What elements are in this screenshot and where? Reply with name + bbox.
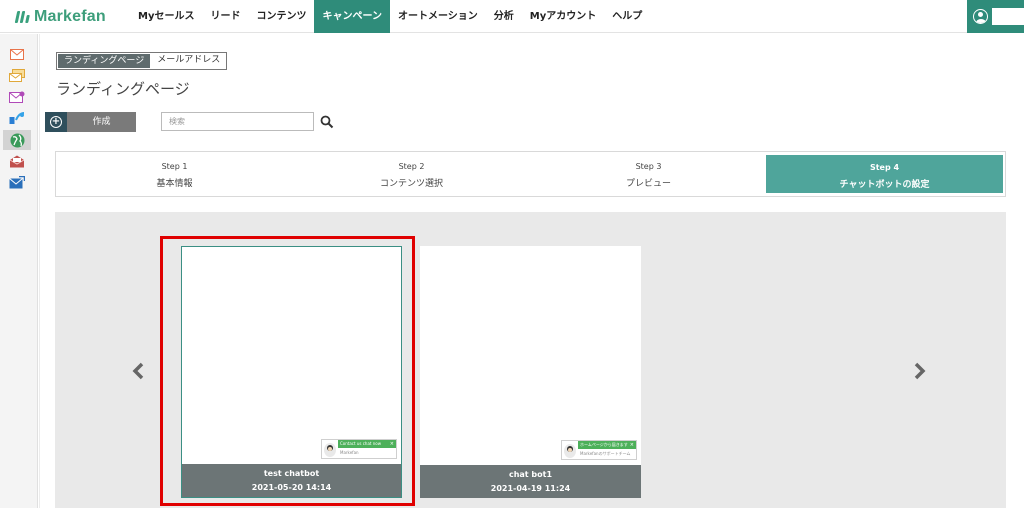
nav-leads[interactable]: リード <box>202 0 248 33</box>
icon-sidebar <box>0 34 38 508</box>
main-nav: Myセールス リード コンテンツ キャンペーン オートメーション 分析 Myアカ… <box>130 0 650 33</box>
card-name: test chatbot <box>263 469 320 478</box>
step-1: Step 1 基本情報 <box>56 152 293 196</box>
main-content: ランディングページ メールアドレス ランディングページ + 作成 Step 1 … <box>39 34 1024 508</box>
mail-add-icon[interactable] <box>8 89 26 105</box>
markefan-logo[interactable]: Markefan <box>14 7 106 27</box>
page-title: ランディングページ <box>56 80 190 98</box>
step-2-number: Step 2 <box>398 162 425 171</box>
step-4-number: Step 4 <box>869 163 900 172</box>
search-icon[interactable] <box>320 114 336 130</box>
nav-help[interactable]: ヘルプ <box>604 0 650 33</box>
avatar <box>564 444 576 458</box>
step-3-number: Step 3 <box>635 162 662 171</box>
step-3-name: プレビュー <box>625 179 671 189</box>
create-button-label: 作成 <box>92 117 111 127</box>
create-button-icon-box: + <box>45 112 67 132</box>
open-mail-icon[interactable] <box>8 153 26 169</box>
chat-widget-header: Contact us chat now × <box>338 440 396 448</box>
subtabs: ランディングページ メールアドレス <box>56 52 228 70</box>
step-4-name: チャットボットの設定 <box>839 180 930 190</box>
globe-icon[interactable] <box>3 130 31 150</box>
chatbot-card[interactable]: Contact us chat now × Markefan test chat… <box>181 246 402 498</box>
search-input[interactable] <box>161 112 314 131</box>
card-footer: test chatbot 2021-05-20 14:14 <box>182 464 401 497</box>
chevron-right-icon[interactable] <box>913 362 929 382</box>
chat-widget-subtitle: Markefan <box>340 450 359 455</box>
step-1-number: Step 1 <box>161 162 188 171</box>
mail-icon[interactable] <box>8 46 26 62</box>
nav-contents[interactable]: コンテンツ <box>248 0 314 33</box>
nav-my-sales[interactable]: Myセールス <box>130 0 202 33</box>
nav-automation[interactable]: オートメーション <box>390 0 486 33</box>
chat-widget-title: ホームページから届きます <box>580 442 628 447</box>
avatar <box>324 443 336 457</box>
tab-landing-page[interactable]: ランディングページ <box>57 53 152 69</box>
step-2: Step 2 コンテンツ選択 <box>293 152 530 196</box>
user-circle-icon[interactable] <box>973 9 988 24</box>
top-navigation-bar: Markefan Myセールス リード コンテンツ キャンペーン オートメーショ… <box>0 0 1024 33</box>
user-name-field <box>992 8 1024 25</box>
step-1-name: 基本情報 <box>156 179 193 189</box>
chat-widget-title: Contact us chat now <box>340 441 382 446</box>
chat-widget-preview: Contact us chat now × Markefan <box>321 439 397 459</box>
chevron-left-icon[interactable] <box>131 362 147 382</box>
close-icon: × <box>629 442 634 448</box>
card-date: 2021-04-19 11:24 <box>490 484 571 493</box>
chat-widget-header: ホームページから届きます × <box>578 441 636 449</box>
plus-icon: + <box>50 116 62 128</box>
close-icon: × <box>389 441 394 447</box>
card-footer: chat bot1 2021-04-19 11:24 <box>420 465 641 498</box>
create-button[interactable]: + 作成 <box>45 112 136 132</box>
card-name: chat bot1 <box>508 470 553 479</box>
logo-text: Markefan <box>34 8 106 25</box>
tab-email-address[interactable]: メールアドレス <box>151 53 227 69</box>
chat-widget-preview: ホームページから届きます × Markefanのサポートチーム <box>561 440 637 460</box>
card-date: 2021-05-20 14:14 <box>251 483 332 492</box>
nav-analytics[interactable]: 分析 <box>486 0 522 33</box>
step-4: Step 4 チャットボットの設定 <box>766 155 1003 193</box>
template-carousel: Contact us chat now × Markefan test chat… <box>55 212 1006 508</box>
chat-widget-subtitle: Markefanのサポートチーム <box>580 451 631 456</box>
mail-group-icon[interactable] <box>8 67 26 83</box>
nav-my-account[interactable]: Myアカウント <box>522 0 604 33</box>
step-2-name: コンテンツ選択 <box>379 179 443 189</box>
social-share-icon[interactable] <box>8 110 26 126</box>
user-menu[interactable] <box>967 0 1024 33</box>
nav-campaign[interactable]: キャンペーン <box>314 0 390 33</box>
step-indicator: Step 1 基本情報 Step 2 コンテンツ選択 Step 3 プレビュー … <box>55 151 1006 197</box>
logo-mark-icon <box>14 11 30 23</box>
chatbot-card[interactable]: ホームページから届きます × Markefanのサポートチーム chat bot… <box>420 246 641 498</box>
mail-send-icon[interactable] <box>8 174 26 190</box>
step-3: Step 3 プレビュー <box>530 152 767 196</box>
